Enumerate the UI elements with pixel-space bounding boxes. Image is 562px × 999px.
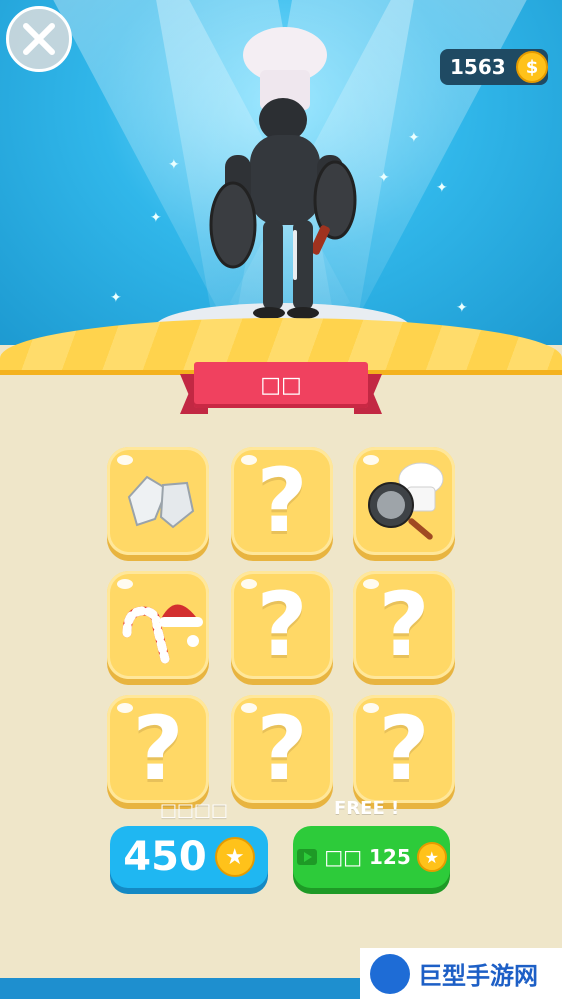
close-button[interactable] [6, 6, 72, 72]
item-slot-locked[interactable]: ? [353, 695, 455, 803]
sparkle-icon: ✦ [456, 300, 468, 316]
question-mark-icon: ? [256, 573, 308, 676]
watermark-text: 巨型手游网 [418, 962, 538, 990]
free-caption: FREE ! [334, 798, 400, 819]
sparkle-icon: ✦ [436, 180, 448, 196]
sparkle-icon: ✦ [378, 170, 390, 186]
sparkle-icon: ✦ [110, 290, 122, 306]
item-slot-gloves[interactable] [107, 447, 209, 555]
close-icon [23, 23, 55, 55]
buy-random-button[interactable]: 450 ★ [110, 826, 268, 888]
question-mark-icon: ? [132, 697, 184, 800]
watermark-logo-icon [370, 953, 410, 994]
coin-balance: 1563 $ [440, 49, 548, 85]
shine [117, 579, 133, 589]
question-mark-icon: ? [378, 573, 430, 676]
star-coin-icon: ★ [416, 842, 447, 872]
watermark: 巨型手游网 [360, 948, 562, 999]
item-slot-christmas[interactable] [107, 571, 209, 679]
question-mark-icon: ? [256, 449, 308, 552]
shine [363, 455, 379, 465]
ad-reward-label: □□ 125 [324, 845, 411, 869]
item-slot-locked[interactable]: ? [231, 447, 333, 555]
sparkle-icon: ✦ [168, 157, 180, 173]
question-mark-icon: ? [378, 697, 430, 800]
buy-caption: □□□□ [160, 800, 229, 821]
item-slot-chef-set[interactable] [353, 447, 455, 555]
star-coin-icon: ★ [214, 837, 255, 877]
coin-glyph: $ [525, 56, 539, 78]
video-icon [297, 849, 318, 865]
question-mark-icon: ? [256, 697, 308, 800]
item-slot-locked[interactable]: ? [107, 695, 209, 803]
item-slot-locked[interactable]: ? [231, 695, 333, 803]
coin-icon: $ [516, 51, 548, 83]
sparkle-icon: ✦ [408, 130, 420, 146]
coin-count: 1563 [450, 55, 506, 79]
ribbon-title: □□ [194, 362, 368, 408]
sparkle-icon: ✦ [150, 210, 162, 226]
shine [117, 455, 133, 465]
item-slot-locked[interactable]: ? [231, 571, 333, 679]
section-ribbon: □□ [180, 362, 382, 420]
item-slot-locked[interactable]: ? [353, 571, 455, 679]
buy-price: 450 [123, 834, 207, 880]
watch-ad-button[interactable]: □□ 125 ★ [293, 826, 450, 888]
chef-character [209, 27, 357, 319]
character-stage: ✦ ✦ ✦ ✦ ✦ ✦ ✦ 1563 $ [0, 0, 562, 345]
